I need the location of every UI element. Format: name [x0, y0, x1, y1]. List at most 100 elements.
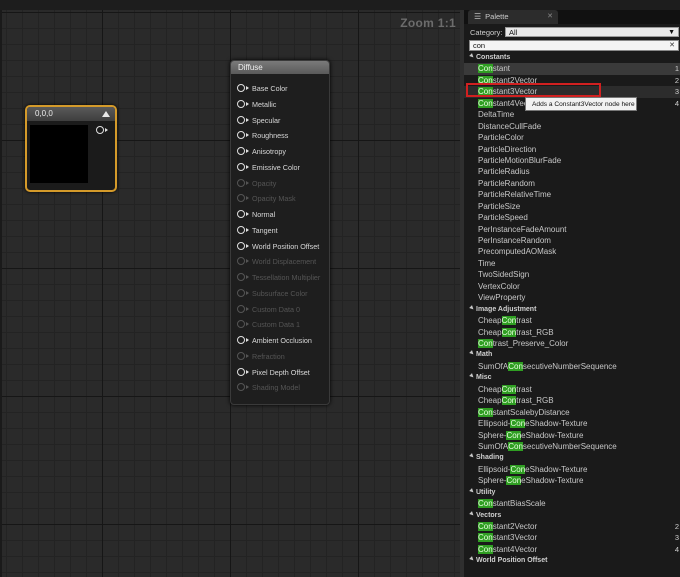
material-pin[interactable]: Refraction	[237, 352, 285, 362]
pin-circle-icon	[237, 162, 245, 171]
search-match-highlight: Con	[501, 396, 517, 406]
palette-item[interactable]: DistanceCullFade	[464, 121, 680, 133]
palette-item[interactable]: ParticleRandom	[464, 178, 680, 190]
palette-category[interactable]: Vectors	[464, 510, 680, 522]
palette-category[interactable]: Utility	[464, 487, 680, 499]
palette-item[interactable]: ViewProperty	[464, 292, 680, 304]
palette-category[interactable]: World Position Offset	[464, 555, 680, 567]
palette-item[interactable]: CheapContrast	[464, 384, 680, 396]
palette-item[interactable]: Constant4Vector 4	[464, 544, 680, 556]
palette-item[interactable]: Constant2Vector 2	[464, 521, 680, 533]
pin-label: Subsurface Color	[252, 288, 308, 298]
material-pin[interactable]: Custom Data 0	[237, 305, 300, 315]
palette-category[interactable]: Shading	[464, 452, 680, 464]
material-pin[interactable]: Specular	[237, 116, 280, 126]
material-pin[interactable]: Roughness	[237, 131, 288, 141]
expand-arrow-icon	[469, 53, 475, 59]
material-pin[interactable]: World Displacement	[237, 257, 316, 267]
palette-item[interactable]: CheapContrast_RGB	[464, 327, 680, 339]
palette-item[interactable]: Sphere-ConeShadow-Texture	[464, 475, 680, 487]
material-pin[interactable]: Tessellation Multiplier	[237, 273, 320, 283]
palette-tab[interactable]: ☰ Palette ✕	[468, 10, 558, 24]
palette-category[interactable]: Math	[464, 349, 680, 361]
palette-item[interactable]: ParticleSpeed	[464, 212, 680, 224]
constant3vector-node[interactable]: 0,0,0	[25, 105, 117, 192]
palette-item[interactable]: ParticleMotionBlurFade	[464, 155, 680, 167]
output-pin[interactable]	[96, 126, 111, 136]
palette-search-input[interactable]: con ✕	[469, 40, 679, 51]
palette-item[interactable]: PrecomputedAOMask	[464, 246, 680, 258]
output-pin-arrow-icon	[105, 128, 108, 133]
material-pin[interactable]: Shading Model	[237, 383, 300, 393]
material-pin[interactable]: Opacity Mask	[237, 194, 296, 204]
palette-item[interactable]: Ellipsoid-ConeShadow-Texture	[464, 464, 680, 476]
pin-circle-icon	[237, 304, 245, 313]
material-pin[interactable]: Ambient Occlusion	[237, 336, 312, 346]
item-text: DistanceCullFade	[478, 121, 542, 131]
clear-search-icon[interactable]: ✕	[669, 41, 675, 50]
output-pin-icon	[96, 126, 104, 135]
search-match-highlight: Con	[478, 522, 493, 532]
pin-arrow-icon	[246, 117, 249, 122]
palette-item[interactable]: ParticleColor	[464, 132, 680, 144]
pin-circle-icon	[237, 225, 245, 234]
palette-item[interactable]: Time	[464, 258, 680, 270]
search-match-highlight: Con	[508, 361, 523, 371]
palette-item[interactable]: CheapContrast	[464, 315, 680, 327]
item-text: Ellipsoid-	[478, 464, 511, 474]
search-match-highlight: Con	[478, 98, 493, 108]
close-tab-icon[interactable]: ✕	[547, 10, 553, 24]
item-text: stant	[492, 64, 511, 74]
material-pin[interactable]: Tangent	[237, 226, 278, 236]
material-pin[interactable]: Pixel Depth Offset	[237, 368, 310, 378]
item-text: Ellipsoid-	[478, 419, 511, 429]
pin-label: Roughness	[252, 131, 289, 141]
pin-label: Refraction	[252, 351, 285, 361]
palette-category[interactable]: Constants	[464, 52, 680, 64]
material-graph-canvas[interactable]: Zoom 1:1 0,0,0 Diffuse Base Color Metalli…	[0, 10, 460, 577]
palette-item[interactable]: SumOfAConsecutiveNumberSequence	[464, 441, 680, 453]
material-pin[interactable]: Base Color	[237, 84, 288, 94]
palette-category[interactable]: Misc	[464, 372, 680, 384]
palette-item[interactable]: TwoSidedSign	[464, 269, 680, 281]
palette-item[interactable]: ParticleSize	[464, 201, 680, 213]
pin-label: Base Color	[252, 84, 288, 93]
palette-item[interactable]: PerInstanceFadeAmount	[464, 224, 680, 236]
palette-item[interactable]: Sphere-ConeShadow-Texture	[464, 430, 680, 442]
palette-item[interactable]: Constant 1	[464, 63, 680, 75]
palette-item[interactable]: ParticleRadius	[464, 166, 680, 178]
material-pin[interactable]: Normal	[237, 210, 275, 220]
palette-item[interactable]: ParticleRelativeTime	[464, 189, 680, 201]
item-text: ViewProperty	[478, 293, 526, 303]
palette-item[interactable]: ConstantScalebyDistance	[464, 407, 680, 419]
material-pin[interactable]: World Position Offset	[237, 242, 319, 252]
palette-item[interactable]: VertexColor	[464, 281, 680, 293]
palette-item[interactable]: CheapContrast_RGB	[464, 395, 680, 407]
collapse-arrow-icon[interactable]	[102, 111, 110, 117]
palette-item[interactable]: PerInstanceRandom	[464, 235, 680, 247]
material-pin[interactable]: Custom Data 1	[237, 320, 300, 330]
item-text: PerInstanceRandom	[478, 236, 551, 246]
material-pin[interactable]: Opacity	[237, 179, 276, 189]
pin-circle-icon	[237, 131, 245, 140]
zoom-label: Zoom 1:1	[400, 16, 456, 30]
material-pin[interactable]: Metallic	[237, 100, 276, 110]
palette-item[interactable]: Constant3Vector 3	[464, 532, 680, 544]
palette-item[interactable]: Contrast_Preserve_Color	[464, 338, 680, 350]
palette-item[interactable]: Ellipsoid-ConeShadow-Texture	[464, 418, 680, 430]
pin-arrow-icon	[246, 385, 249, 390]
category-dropdown[interactable]: All ▼	[505, 27, 679, 37]
palette-item[interactable]: ParticleDirection	[464, 144, 680, 156]
palette-item[interactable]: SumOfAConsecutiveNumberSequence	[464, 361, 680, 373]
category-name: Utility	[476, 488, 496, 496]
material-node-title: Diffuse	[231, 61, 329, 74]
item-text: stant3Vector	[492, 533, 538, 543]
material-pin[interactable]: Anisotropy	[237, 147, 286, 157]
palette-category[interactable]: Image Adjustment	[464, 304, 680, 316]
search-match-highlight: Con	[506, 430, 522, 440]
material-pin[interactable]: Subsurface Color	[237, 289, 308, 299]
material-pin[interactable]: Emissive Color	[237, 163, 300, 173]
pin-arrow-icon	[246, 275, 249, 280]
material-result-node[interactable]: Diffuse Base Color Metallic Specular Roughn…	[230, 60, 330, 405]
palette-item[interactable]: ConstantBiasScale	[464, 498, 680, 510]
